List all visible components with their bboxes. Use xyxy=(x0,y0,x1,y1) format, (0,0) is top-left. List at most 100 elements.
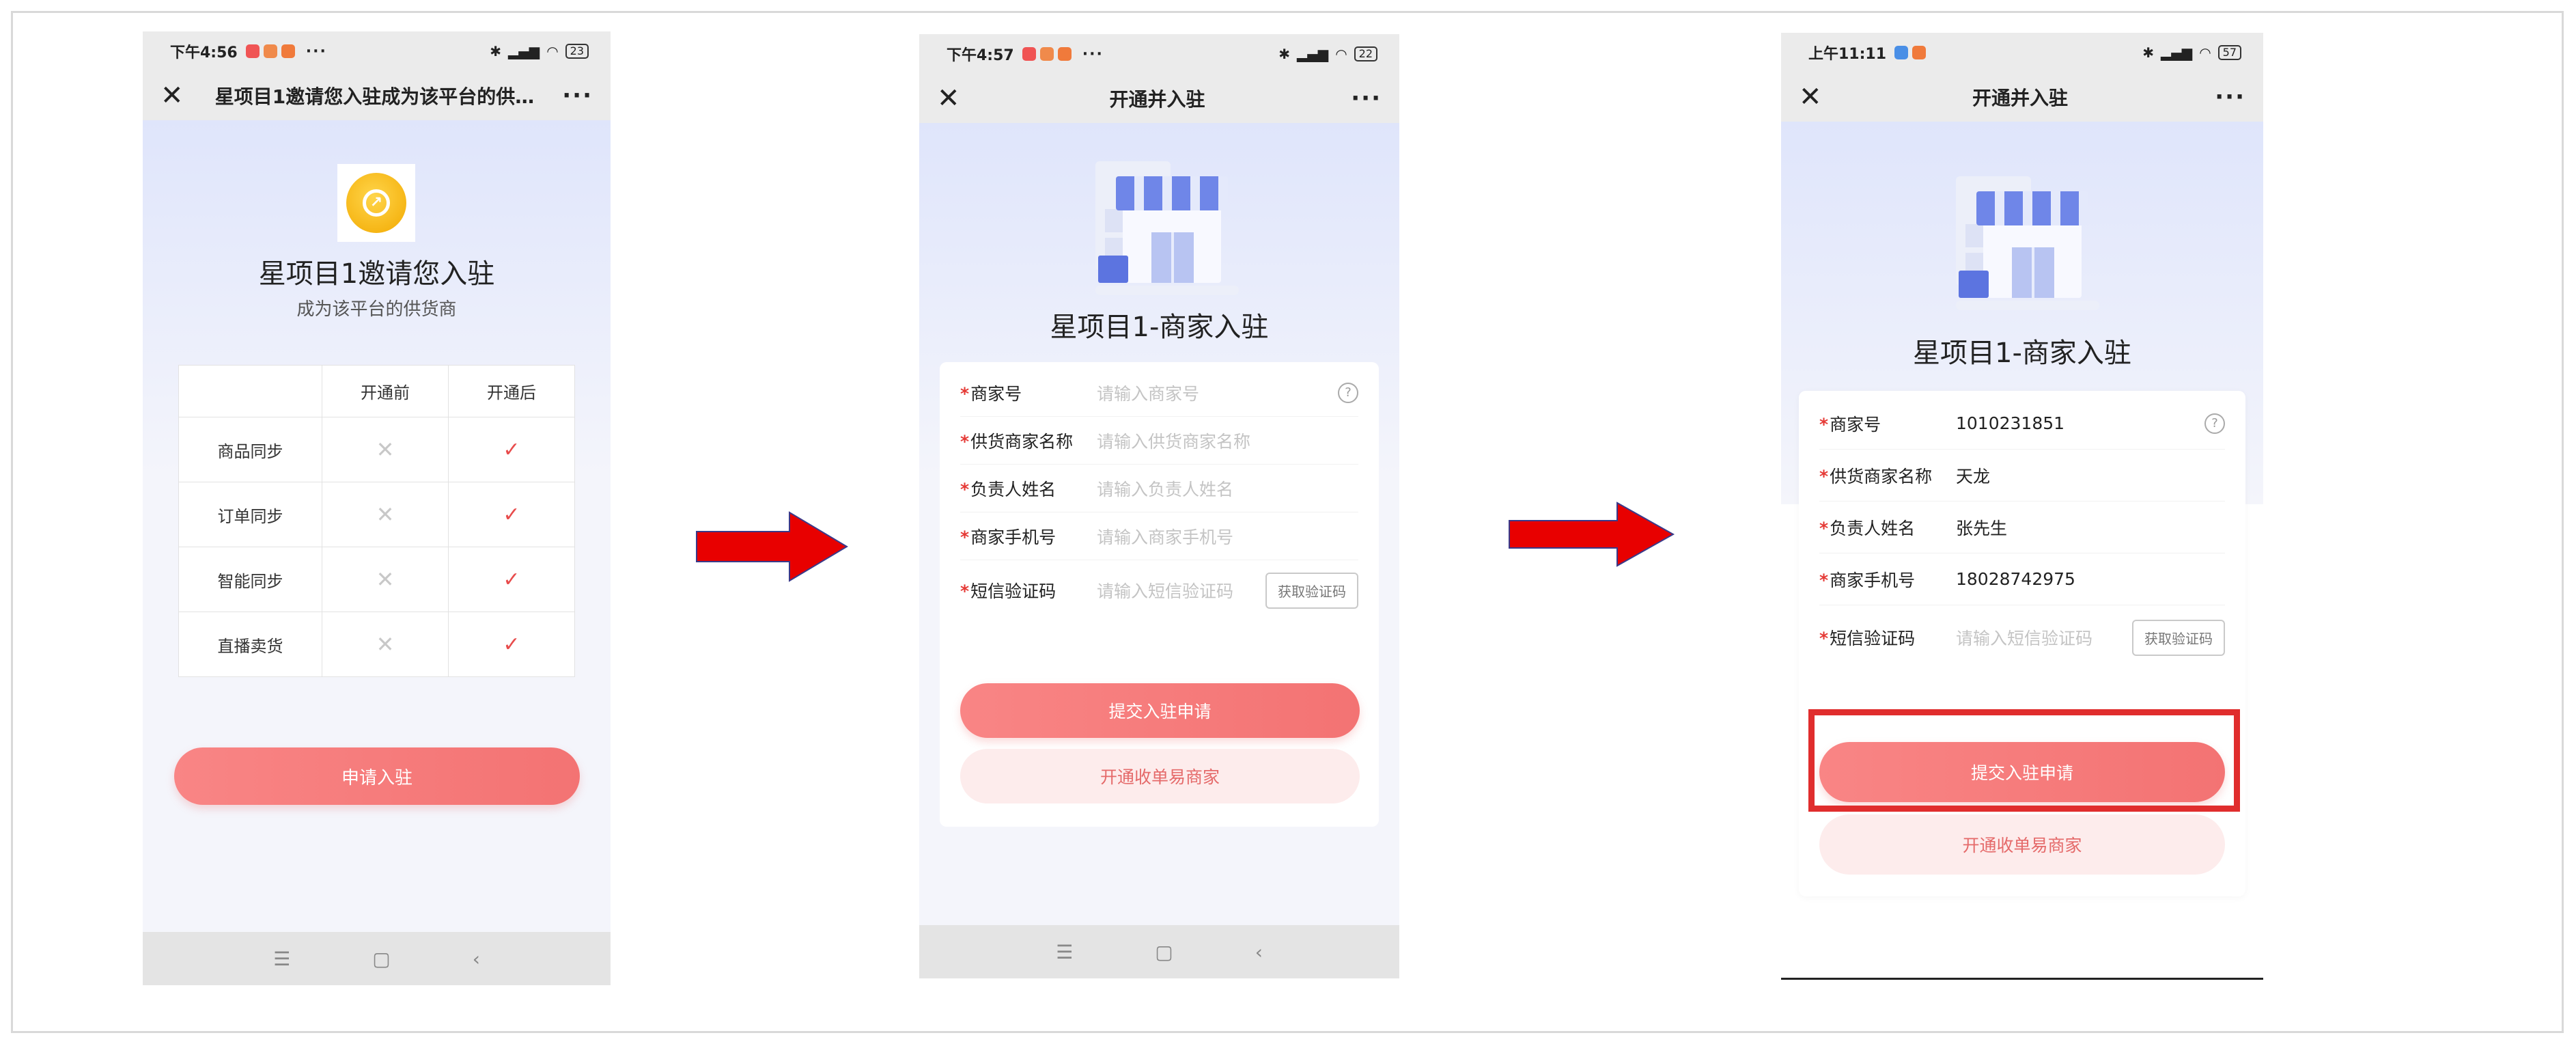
field-label: *商家手机号 xyxy=(1819,570,1916,590)
sms-code-field[interactable]: *短信验证码 请输入短信验证码 获取验证码 xyxy=(960,563,1358,618)
right-arrow-icon xyxy=(1509,502,1675,567)
submit-button[interactable]: 提交入驻申请 xyxy=(960,683,1360,738)
get-code-button[interactable]: 获取验证码 xyxy=(1265,572,1358,609)
more-notifications-icon: ··· xyxy=(1082,45,1104,63)
cross-icon: ✕ xyxy=(322,547,449,612)
field-label: *商家号 xyxy=(1819,414,1881,435)
supplier-name-input[interactable]: 天龙 xyxy=(1956,463,2225,488)
table-row: 智能同步 ✕ ✓ xyxy=(178,547,575,612)
contact-name-field[interactable]: *负责人姓名 张先生 xyxy=(1819,502,2225,553)
field-label: *供货商家名称 xyxy=(960,431,1074,452)
table-row: 订单同步 ✕ ✓ xyxy=(178,482,575,547)
open-merchant-button[interactable]: 开通收单易商家 xyxy=(1819,814,2225,875)
contact-name-input[interactable]: 张先生 xyxy=(1956,515,2225,540)
status-bar: 下午4:57 ··· ✱ ▂▄▆ ◠ 22 xyxy=(919,34,1399,74)
cross-icon: ✕ xyxy=(322,482,449,547)
app-notification-icon xyxy=(1039,47,1054,61)
field-label: *负责人姓名 xyxy=(1819,518,1916,538)
sms-code-field[interactable]: *短信验证码 请输入短信验证码 获取验证码 xyxy=(1819,608,2225,667)
field-label: *供货商家名称 xyxy=(1819,466,1933,486)
title-bar: ✕ 开通并入驻 ··· xyxy=(919,74,1399,123)
merchant-id-field[interactable]: *商家号 1010231851 ? xyxy=(1819,398,2225,450)
menu-icon[interactable]: ☰ xyxy=(1056,941,1073,963)
signal-icon: ▂▄▆ xyxy=(508,43,540,59)
submit-highlight-box xyxy=(1808,709,2240,812)
get-code-button[interactable]: 获取验证码 xyxy=(2132,619,2225,656)
merchant-id-input[interactable]: 请输入商家号 xyxy=(1097,381,1338,405)
table-row: 直播卖货 ✕ ✓ xyxy=(178,612,575,677)
form-heading: 星项目1-商家入驻 xyxy=(1050,312,1269,343)
help-icon[interactable]: ? xyxy=(2204,413,2225,434)
feature-name: 订单同步 xyxy=(178,482,322,547)
phone-screen-invite: 下午4:56 ··· ✱ ▂▄▆ ◠ 23 ✕ 星项目1邀请您入驻成为该平台的供… xyxy=(143,31,611,985)
app-notification-icon xyxy=(281,44,295,58)
supplier-name-field[interactable]: *供货商家名称 天龙 xyxy=(1819,450,2225,502)
phone-field[interactable]: *商家手机号 请输入商家手机号 xyxy=(960,512,1358,560)
page-title: 开通并入驻 xyxy=(1972,87,2068,109)
form-heading: 星项目1-商家入驻 xyxy=(1913,338,2131,369)
back-icon[interactable]: ‹ xyxy=(1255,941,1263,963)
signal-icon: ▂▄▆ xyxy=(2161,44,2193,61)
bottom-divider xyxy=(1781,978,2263,980)
check-icon: ✓ xyxy=(448,417,575,482)
system-status: ✱ ▂▄▆ ◠ 23 xyxy=(490,43,589,59)
contact-name-field[interactable]: *负责人姓名 请输入负责人姓名 xyxy=(960,465,1358,512)
wifi-icon: ◠ xyxy=(1335,46,1347,62)
table-header-after: 开通后 xyxy=(448,365,575,417)
phone-input[interactable]: 18028742975 xyxy=(1956,569,2225,589)
page-title: 星项目1邀请您入驻成为该平台的供… xyxy=(214,85,535,108)
home-icon[interactable]: ▢ xyxy=(1155,941,1173,963)
status-time: 下午4:56 xyxy=(170,44,238,61)
system-status: ✱ ▂▄▆ ◠ 22 xyxy=(1278,46,1377,62)
contact-name-input[interactable]: 请输入负责人姓名 xyxy=(1097,476,1358,501)
close-icon[interactable]: ✕ xyxy=(1799,83,1829,111)
app-notification-icon xyxy=(245,44,260,58)
app-notification-icon xyxy=(263,44,277,58)
more-menu-icon[interactable]: ··· xyxy=(559,82,593,109)
storefront-illustration xyxy=(1956,176,2099,313)
table-row: 商品同步 ✕ ✓ xyxy=(178,417,575,482)
invite-subheading: 成为该平台的供货商 xyxy=(296,299,457,320)
help-icon[interactable]: ? xyxy=(1338,382,1358,403)
check-icon: ✓ xyxy=(448,547,575,612)
phone-screen-form-empty: 下午4:57 ··· ✱ ▂▄▆ ◠ 22 ✕ 开通并入驻 ··· 星项目1-商… xyxy=(919,34,1399,978)
field-label: *短信验证码 xyxy=(960,581,1056,601)
check-icon: ✓ xyxy=(448,612,575,677)
notification-icons xyxy=(1022,47,1072,61)
table-header-before: 开通前 xyxy=(322,365,449,417)
open-merchant-button[interactable]: 开通收单易商家 xyxy=(960,749,1360,803)
notification-icons xyxy=(245,44,295,58)
app-notification-icon xyxy=(1022,47,1036,61)
sms-code-input[interactable]: 请输入短信验证码 xyxy=(1097,578,1265,603)
apply-button[interactable]: 申请入驻 xyxy=(174,747,580,805)
status-bar: 上午11:11 ✱ ▂▄▆ ◠ 57 xyxy=(1781,33,2263,72)
phone-field[interactable]: *商家手机号 18028742975 xyxy=(1819,553,2225,605)
field-label: *商家号 xyxy=(960,383,1022,404)
menu-icon[interactable]: ☰ xyxy=(273,948,290,970)
supplier-name-field[interactable]: *供货商家名称 请输入供货商家名称 xyxy=(960,417,1358,465)
more-menu-icon[interactable]: ··· xyxy=(1347,85,1382,112)
close-icon[interactable]: ✕ xyxy=(160,82,191,109)
wifi-icon: ◠ xyxy=(2199,44,2211,61)
phone-input[interactable]: 请输入商家手机号 xyxy=(1097,524,1358,549)
sms-code-input[interactable]: 请输入短信验证码 xyxy=(1956,625,2132,650)
app-notification-icon xyxy=(1894,46,1909,59)
supplier-name-input[interactable]: 请输入供货商家名称 xyxy=(1097,428,1358,453)
close-icon[interactable]: ✕ xyxy=(937,85,967,112)
merchant-id-field[interactable]: *商家号 请输入商家号 ? xyxy=(960,369,1358,417)
battery-icon: 23 xyxy=(565,44,589,59)
table-header-blank xyxy=(178,365,322,417)
title-bar: ✕ 星项目1邀请您入驻成为该平台的供… ··· xyxy=(143,71,611,120)
app-notification-icon xyxy=(1912,46,1927,59)
more-menu-icon[interactable]: ··· xyxy=(2211,83,2245,111)
back-icon[interactable]: ‹ xyxy=(473,948,480,970)
system-nav-bar: ☰ ▢ ‹ xyxy=(919,925,1399,978)
app-logo: ↗ xyxy=(337,164,415,242)
home-icon[interactable]: ▢ xyxy=(372,948,390,970)
merchant-id-input[interactable]: 1010231851 xyxy=(1956,413,2204,433)
feature-name: 商品同步 xyxy=(178,417,322,482)
wifi-icon: ◠ xyxy=(546,43,559,59)
battery-icon: 22 xyxy=(1354,46,1377,61)
feature-comparison-table: 开通前 开通后 商品同步 ✕ ✓ 订单同步 ✕ ✓ 智能同步 ✕ ✓ 直播卖货 … xyxy=(178,365,575,677)
status-time: 下午4:57 xyxy=(947,47,1014,64)
